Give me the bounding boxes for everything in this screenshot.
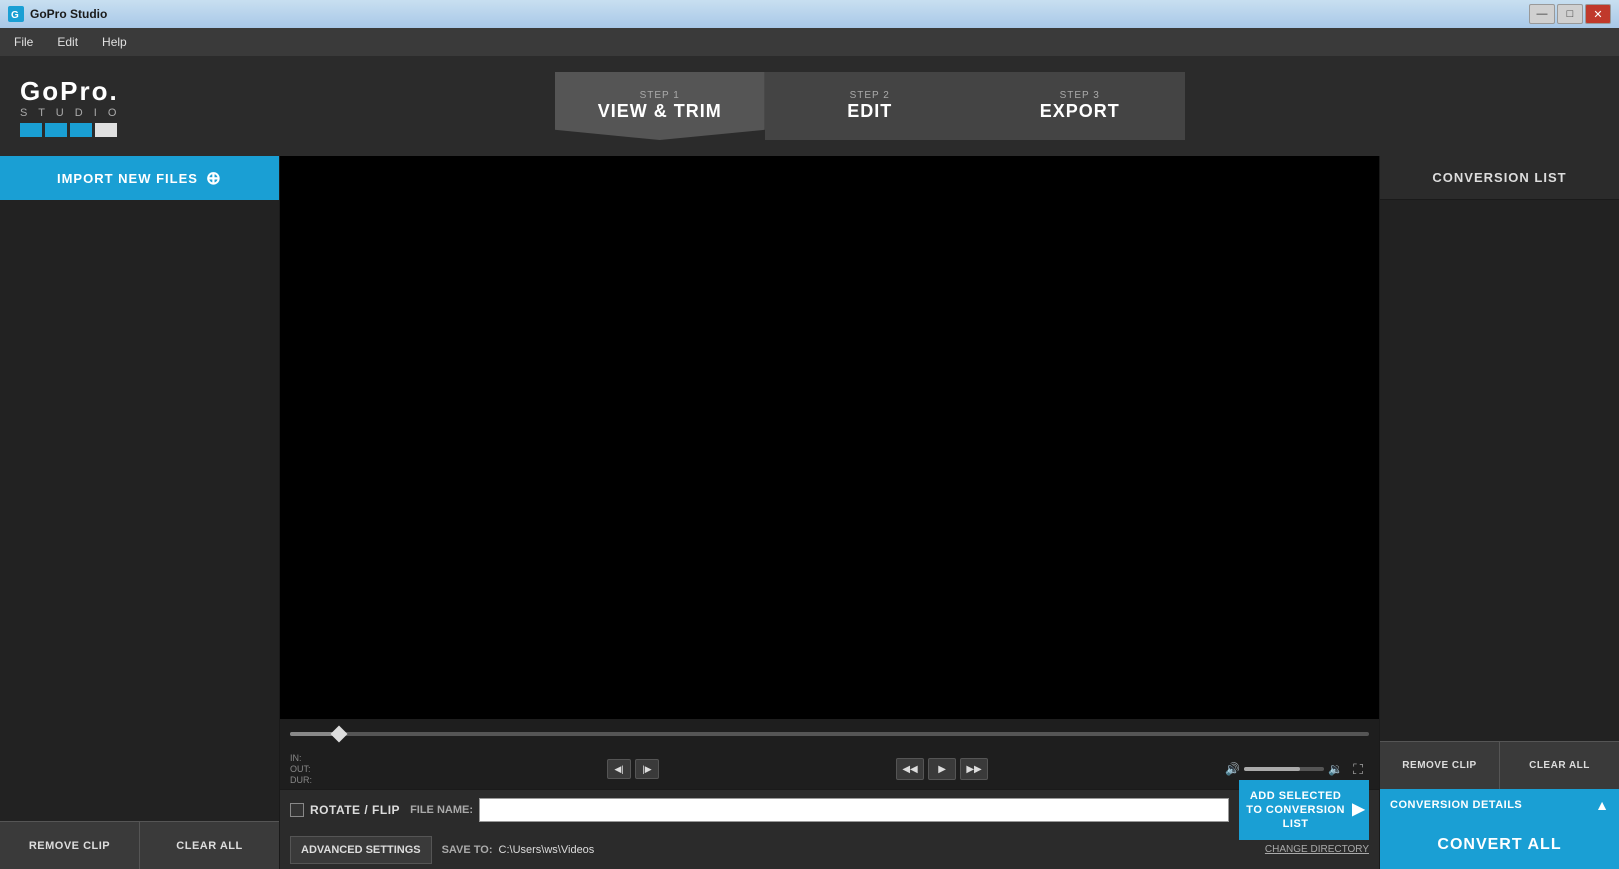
trim-out-button[interactable]: |▶ [635, 759, 659, 779]
trim-in-button[interactable]: ◀| [607, 759, 631, 779]
scrubber-area[interactable] [280, 719, 1379, 749]
filename-area: FILE NAME: [410, 798, 1229, 822]
header: GoPro. S T U D I O STEP 1 VIEW & TRIM ST… [0, 56, 1619, 156]
remove-clip-button-right[interactable]: REMOVE CLIP [1380, 741, 1500, 789]
trim-controls: ◀| |▶ [607, 759, 659, 779]
next-frame-button[interactable]: ▶▶ [960, 758, 988, 780]
logo-block-4 [95, 123, 117, 137]
in-label: IN: [290, 753, 302, 763]
step-1-num: STEP 1 [640, 90, 680, 101]
import-label: IMPORT NEW FILES [57, 171, 198, 186]
playback-controls: IN: OUT: DUR: ◀| |▶ ◀◀ ▶ ▶▶ [280, 749, 1379, 789]
close-button[interactable]: ✕ [1585, 4, 1611, 24]
volume-icon: 🔊 [1225, 762, 1240, 776]
menu-edit[interactable]: Edit [53, 33, 82, 51]
add-btn-arrow-icon: ▶ [1352, 800, 1365, 821]
filename-label: FILE NAME: [410, 804, 473, 816]
step-2-num: STEP 2 [850, 90, 890, 101]
advanced-settings-button[interactable]: ADVANCED SETTINGS [290, 836, 432, 864]
menu-help[interactable]: Help [98, 33, 131, 51]
filename-input[interactable] [479, 798, 1229, 822]
conversion-details-bar[interactable]: CONVERSION DETAILS ▲ [1380, 789, 1619, 821]
out-label: OUT: [290, 764, 311, 774]
bottom-bottom-row: ADVANCED SETTINGS SAVE TO: C:\Users\ws\V… [280, 830, 1379, 869]
save-to-label: SAVE TO: [442, 844, 493, 856]
logo-block-3 [70, 123, 92, 137]
import-new-files-button[interactable]: IMPORT NEW FILES ⊕ [0, 156, 279, 200]
minimize-button[interactable]: — [1529, 4, 1555, 24]
dur-label: DUR: [290, 775, 312, 785]
prev-frame-button[interactable]: ◀◀ [896, 758, 924, 780]
rotate-flip-area: ROTATE / FLIP [290, 803, 400, 817]
window-title: GoPro Studio [30, 7, 107, 21]
logo-name: GoPro. [20, 76, 119, 107]
volume-slider[interactable] [1244, 767, 1324, 771]
convert-all-button[interactable]: CONVERT ALL [1380, 821, 1619, 869]
conversion-details-label: CONVERSION DETAILS [1390, 799, 1522, 811]
save-to-path: C:\Users\ws\Videos [499, 844, 595, 856]
save-to-area: SAVE TO: C:\Users\ws\Videos CHANGE DIREC… [442, 844, 1369, 856]
clear-all-button-left[interactable]: CLEAR ALL [140, 821, 279, 869]
conversion-list-area [1380, 200, 1619, 741]
menu-file[interactable]: File [10, 33, 37, 51]
menubar: File Edit Help [0, 28, 1619, 56]
volume-fill [1244, 767, 1300, 771]
right-bottom: REMOVE CLIP CLEAR ALL CONVERSION DETAILS… [1380, 741, 1619, 869]
svg-text:G: G [11, 10, 19, 21]
clear-all-button-right[interactable]: CLEAR ALL [1500, 741, 1619, 789]
rotate-flip-label: ROTATE / FLIP [310, 803, 400, 817]
titlebar-left: G GoPro Studio [8, 6, 107, 22]
steps-navigation: STEP 1 VIEW & TRIM STEP 2 EDIT STEP 3 EX… [555, 72, 1185, 140]
step-3-tab[interactable]: STEP 3 EXPORT [975, 72, 1185, 140]
file-list [0, 200, 279, 821]
logo-block-2 [45, 123, 67, 137]
chevron-up-icon: ▲ [1595, 797, 1609, 813]
volume-area: 🔊 🔉 ⛶ [1225, 758, 1369, 780]
play-button[interactable]: ▶ [928, 758, 956, 780]
change-directory-button[interactable]: CHANGE DIRECTORY [1265, 844, 1369, 855]
scrubber-handle[interactable] [331, 726, 348, 743]
maximize-button[interactable]: □ [1557, 4, 1583, 24]
time-info: IN: OUT: DUR: [290, 753, 370, 785]
step-3-num: STEP 3 [1060, 90, 1100, 101]
app-icon: G [8, 6, 24, 22]
logo-area: GoPro. S T U D I O [20, 76, 120, 137]
rotate-flip-checkbox[interactable] [290, 803, 304, 817]
step-2-tab[interactable]: STEP 2 EDIT [765, 72, 975, 140]
volume-up-icon: 🔉 [1328, 762, 1343, 776]
titlebar: G GoPro Studio — □ ✕ [0, 0, 1619, 28]
right-sidebar: CONVERSION LIST REMOVE CLIP CLEAR ALL CO… [1379, 156, 1619, 869]
conversion-list-header: CONVERSION LIST [1380, 156, 1619, 200]
logo-blocks [20, 123, 117, 137]
left-sidebar: IMPORT NEW FILES ⊕ REMOVE CLIP CLEAR ALL [0, 156, 280, 869]
fullscreen-button[interactable]: ⛶ [1347, 758, 1369, 780]
video-player[interactable] [280, 156, 1379, 719]
scrubber-track[interactable] [290, 732, 1369, 736]
step-1-tab[interactable]: STEP 1 VIEW & TRIM [555, 72, 765, 140]
main-layout: IMPORT NEW FILES ⊕ REMOVE CLIP CLEAR ALL… [0, 156, 1619, 869]
step-1-name: VIEW & TRIM [598, 101, 722, 122]
logo-block-1 [20, 123, 42, 137]
add-to-list-label: ADD SELECTED TO CONVERSION LIST [1243, 789, 1348, 832]
bottom-bar: ROTATE / FLIP FILE NAME: ADD SELECTED TO… [280, 789, 1379, 869]
window-controls[interactable]: — □ ✕ [1529, 4, 1611, 24]
center-area: IN: OUT: DUR: ◀| |▶ ◀◀ ▶ ▶▶ [280, 156, 1379, 869]
sidebar-bottom-buttons: REMOVE CLIP CLEAR ALL [0, 821, 279, 869]
playback-buttons: ◀◀ ▶ ▶▶ [896, 758, 988, 780]
import-plus-icon: ⊕ [206, 168, 222, 189]
remove-clip-button-left[interactable]: REMOVE CLIP [0, 821, 140, 869]
logo-studio: S T U D I O [20, 107, 120, 119]
conversion-list-title: CONVERSION LIST [1432, 170, 1566, 185]
step-3-name: EXPORT [1040, 101, 1120, 122]
bottom-top-row: ROTATE / FLIP FILE NAME: ADD SELECTED TO… [280, 790, 1379, 830]
right-button-row: REMOVE CLIP CLEAR ALL [1380, 741, 1619, 789]
step-2-name: EDIT [847, 101, 892, 122]
